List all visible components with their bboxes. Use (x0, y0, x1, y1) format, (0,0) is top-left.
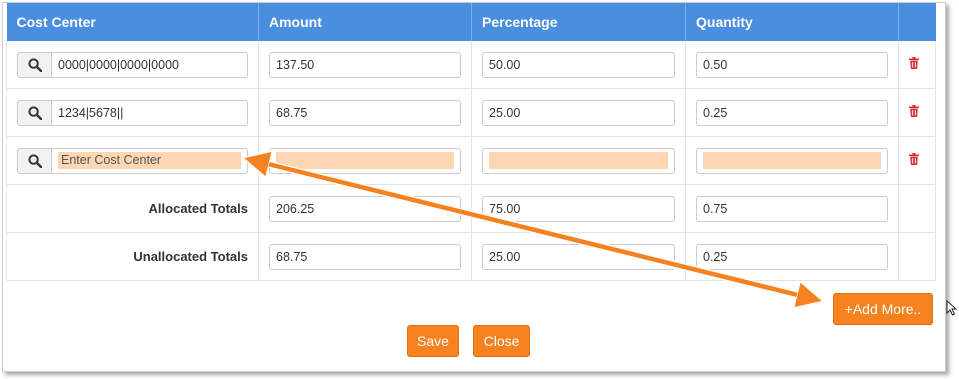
cost-allocation-dialog: Cost Center Amount Percentage Quantity 0… (2, 2, 946, 372)
trash-icon[interactable] (909, 57, 919, 69)
quantity-highlight (703, 152, 881, 169)
allocated-percentage: 75.00 (482, 195, 675, 222)
table-row: 0000|0000|0000|0000 137.50 50.00 0.50 (6, 41, 936, 89)
col-header-actions (898, 3, 936, 41)
unallocated-totals-label: Unallocated Totals (6, 232, 259, 281)
allocated-quantity: 0.75 (696, 195, 888, 222)
search-icon (27, 57, 42, 72)
col-header-cost-center: Cost Center (6, 3, 259, 41)
table-row: 1234|5678|| 68.75 25.00 0.25 (6, 88, 936, 137)
percentage-input[interactable]: 25.00 (482, 99, 675, 126)
table-row: Enter Cost Center (6, 136, 936, 185)
cost-center-input-group: Enter Cost Center (17, 147, 248, 174)
cost-center-input[interactable]: 0000|0000|0000|0000 (51, 51, 248, 78)
quantity-input[interactable]: 0.50 (696, 51, 888, 78)
cost-center-placeholder: Enter Cost Center (58, 152, 241, 169)
close-button[interactable]: Close (473, 325, 530, 357)
amount-highlight (276, 152, 454, 169)
quantity-input[interactable] (696, 147, 888, 174)
search-icon (27, 153, 42, 168)
cost-center-input-group: 0000|0000|0000|0000 (17, 51, 248, 78)
trash-icon[interactable] (909, 153, 919, 165)
allocated-amount: 206.25 (269, 195, 461, 222)
allocated-totals-label: Allocated Totals (6, 184, 259, 233)
cost-center-input-group: 1234|5678|| (17, 99, 248, 126)
allocation-table: Cost Center Amount Percentage Quantity 0… (6, 3, 936, 281)
unallocated-totals-row: Unallocated Totals 68.75 25.00 0.25 (6, 232, 936, 281)
percentage-input[interactable] (482, 147, 675, 174)
percentage-input[interactable]: 50.00 (482, 51, 675, 78)
cost-center-search-button[interactable] (17, 51, 51, 78)
mouse-pointer-icon (946, 300, 958, 316)
table-header-row: Cost Center Amount Percentage Quantity (6, 3, 936, 41)
unallocated-amount: 68.75 (269, 243, 461, 270)
allocated-totals-row: Allocated Totals 206.25 75.00 0.75 (6, 184, 936, 233)
save-button[interactable]: Save (407, 325, 459, 357)
trash-icon[interactable] (909, 105, 919, 117)
unallocated-quantity: 0.25 (696, 243, 888, 270)
col-header-quantity: Quantity (685, 3, 899, 41)
amount-input[interactable]: 137.50 (269, 51, 461, 78)
cost-center-input[interactable]: Enter Cost Center (51, 147, 248, 174)
unallocated-percentage: 25.00 (482, 243, 675, 270)
amount-input[interactable]: 68.75 (269, 99, 461, 126)
amount-input[interactable] (269, 147, 461, 174)
search-icon (27, 105, 42, 120)
cost-center-search-button[interactable] (17, 147, 51, 174)
col-header-amount: Amount (258, 3, 472, 41)
cost-center-search-button[interactable] (17, 99, 51, 126)
percentage-highlight (489, 152, 668, 169)
quantity-input[interactable]: 0.25 (696, 99, 888, 126)
cost-center-input[interactable]: 1234|5678|| (51, 99, 248, 126)
col-header-percentage: Percentage (471, 3, 686, 41)
add-more-button[interactable]: +Add More.. (833, 293, 933, 325)
